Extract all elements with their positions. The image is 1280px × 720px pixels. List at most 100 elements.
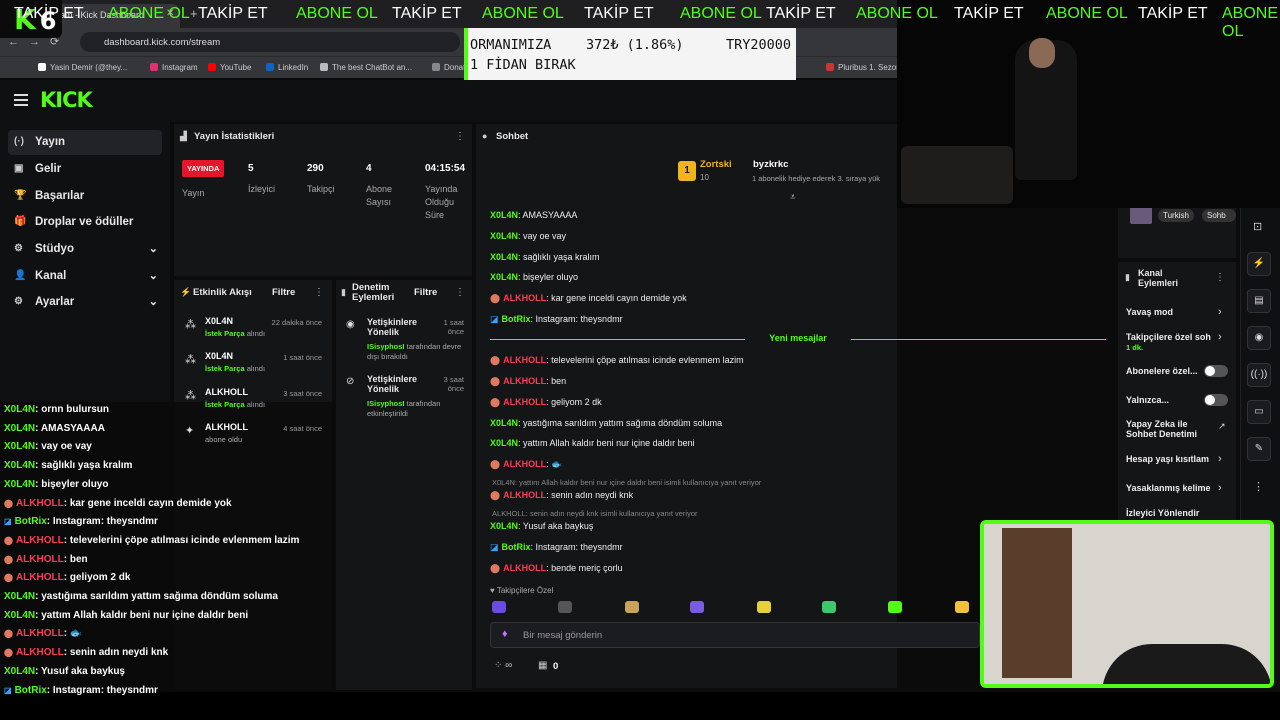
activity-detail: İstek Parça alındı (205, 400, 265, 409)
tag-chip[interactable]: Sohb (1202, 209, 1236, 222)
chat-username[interactable]: ALKHOLL (503, 459, 546, 469)
emote[interactable] (955, 601, 969, 613)
chat-message: ⬤ ALKHOLL: kar gene inceldi cayın demide … (490, 293, 687, 303)
store-icon[interactable]: ▦ (538, 660, 547, 671)
overlay-chat-text: : Yusuf aka baykuş (35, 665, 125, 677)
stats-menu-icon[interactable]: ⋮ (455, 131, 465, 142)
chat-username[interactable]: X0L4N (490, 210, 518, 220)
toggle-switch[interactable] (1204, 394, 1228, 406)
modlog-actor[interactable]: ISisyphosI (367, 342, 405, 351)
bookmark-item[interactable]: Pluribus 1. Sezon 1 (826, 63, 907, 72)
sidebar-item-2[interactable]: 🏆 Başarılar (8, 184, 162, 209)
channel-action-item[interactable]: Abonelere özel... (1126, 366, 1212, 376)
bookmark-item[interactable]: Instagram (150, 63, 198, 72)
emote[interactable] (822, 601, 836, 613)
overlay-chat-text: : 🐟 (63, 628, 83, 640)
follower-mode-duration: 1 dk. (1126, 343, 1144, 352)
channel-action-item[interactable]: Takipçilere özel soh (1126, 332, 1212, 342)
bookmark-item[interactable]: LinkedIn (266, 63, 308, 72)
chat-message: ⬤ ALKHOLL: senin adın neydi knk (490, 490, 634, 500)
url-field[interactable]: dashboard.kick.com/stream (80, 32, 460, 52)
pinned-user-2[interactable]: byzkrkc (753, 159, 788, 170)
chat-username[interactable]: BotRix (502, 314, 531, 324)
chat-username[interactable]: ALKHOLL (503, 293, 546, 303)
activity-item[interactable]: ALKHOLL İstek Parça alındı (205, 387, 265, 409)
chat-username[interactable]: ALKHOLL (503, 355, 546, 365)
tag-chip[interactable]: Turkish (1158, 209, 1194, 222)
actions-menu-icon[interactable]: ⋮ (1215, 272, 1225, 283)
channel-action-item[interactable]: Yavaş mod (1126, 307, 1212, 317)
mushroom-badge-icon: ⬤ (490, 563, 501, 573)
bookmark-item[interactable]: YouTube (208, 63, 251, 72)
chat-username[interactable]: X0L4N (490, 521, 518, 531)
chat-username[interactable]: BotRix (502, 542, 531, 552)
users-icon[interactable]: ⁘ ∞ (494, 660, 512, 671)
menu-icon[interactable] (14, 94, 28, 106)
modlog-menu-icon[interactable]: ⋮ (455, 287, 465, 298)
toggle-switch[interactable] (1204, 365, 1228, 377)
overlay-chat-user: X0L4N (4, 478, 36, 490)
chat-username[interactable]: ALKHOLL (503, 397, 546, 407)
activity-item[interactable]: X0L4N İstek Parça alındı (205, 316, 265, 338)
chat-username[interactable]: X0L4N (490, 252, 518, 262)
bookmark-icon (432, 63, 440, 71)
sidebar-item-0[interactable]: (·) Yayın (8, 130, 162, 155)
quick-action-chat-icon[interactable]: ◉ (1247, 326, 1271, 350)
channel-action-item[interactable]: Hesap yaşı kısıtlam (1126, 454, 1212, 464)
channel-action-item[interactable]: İzleyici Yönlendir (1126, 508, 1212, 518)
bot-badge-icon: ◪ (4, 517, 12, 527)
sidebar-item-4[interactable]: ⚙ Stüdyo ⌄ (8, 237, 162, 262)
sidebar-item-5[interactable]: 👤 Kanal ⌄ (8, 264, 162, 289)
chat-username[interactable]: ALKHOLL (503, 376, 546, 386)
sidebar-item-label: Başarılar (35, 190, 85, 202)
chat-username[interactable]: X0L4N (490, 272, 518, 282)
quick-action-print-icon[interactable]: ▭ (1247, 400, 1271, 424)
bookmark-label: The best ChatBot an... (332, 63, 413, 72)
activity-item[interactable]: ALKHOLL abone oldu (205, 422, 248, 444)
channel-action-item[interactable]: Yapay Zeka ile Sohbet Denetimi (1126, 419, 1206, 439)
activity-menu-icon[interactable]: ⋮ (314, 287, 324, 298)
quick-action-bolt-icon[interactable]: ⚡ (1247, 252, 1271, 276)
emote[interactable] (888, 601, 902, 613)
channel-action-item[interactable]: Yasaklanmış kelime (1126, 483, 1212, 493)
quick-action-doc-icon[interactable]: ▤ (1247, 289, 1271, 313)
channel-action-item[interactable]: Yalnızca... (1126, 395, 1212, 405)
quick-action-broadcast-icon[interactable]: ((·)) (1247, 363, 1271, 387)
modlog-filter-button[interactable]: Filtre (414, 287, 437, 298)
overlay-chat-user: BotRix (14, 684, 47, 696)
chat-username[interactable]: X0L4N (490, 438, 518, 448)
marquee-follow: TAKİP ET (392, 5, 462, 22)
new-tab-button[interactable]: + (190, 6, 198, 21)
focus-icon[interactable]: ⊡ (1253, 220, 1262, 233)
chevron-right-icon: › (1218, 306, 1222, 318)
marquee-follow: TAKİP ET (14, 5, 84, 22)
emote[interactable] (558, 601, 572, 613)
sidebar-item-6[interactable]: ⚙ Ayarlar ⌄ (8, 290, 162, 315)
chat-input[interactable]: Bir mesaj gönderin (490, 622, 980, 648)
chat-username[interactable]: X0L4N (490, 418, 518, 428)
chat-username[interactable]: ALKHOLL (503, 490, 546, 500)
emote-picker-icon[interactable]: ♦ (502, 628, 508, 640)
pinned-user-1[interactable]: Zortski (700, 159, 732, 170)
chevron-down-icon[interactable]: ⩡ (790, 192, 796, 203)
more-icon[interactable]: ⋮ (1253, 480, 1264, 493)
chat-username[interactable]: ALKHOLL (503, 563, 546, 573)
quick-action-wrench-icon[interactable]: ✎ (1247, 437, 1271, 461)
activity-filter-button[interactable]: Filtre (272, 287, 295, 298)
emote[interactable] (757, 601, 771, 613)
follow-subscribe-marquee (0, 692, 1280, 720)
pinned-count: 10 (700, 173, 709, 182)
emote[interactable] (625, 601, 639, 613)
emote[interactable] (492, 601, 506, 613)
kick-logo[interactable]: KICK (40, 88, 93, 112)
modlog-actor[interactable]: ISisyphosI (367, 399, 405, 408)
bookmark-item[interactable]: The best ChatBot an... (320, 63, 412, 72)
emote[interactable] (690, 601, 704, 613)
sidebar-item-3[interactable]: 🎁 Droplar ve ödüller (8, 210, 162, 235)
sidebar-item-1[interactable]: ▣ Gelir (8, 157, 162, 182)
bookmark-label: Yasin Demir (@they... (50, 63, 128, 72)
bookmark-item[interactable]: Yasin Demir (@they... (38, 63, 127, 72)
mushroom-badge-icon: ⬤ (490, 397, 501, 407)
activity-item[interactable]: X0L4N İstek Parça alındı (205, 351, 265, 373)
chat-username[interactable]: X0L4N (490, 231, 518, 241)
